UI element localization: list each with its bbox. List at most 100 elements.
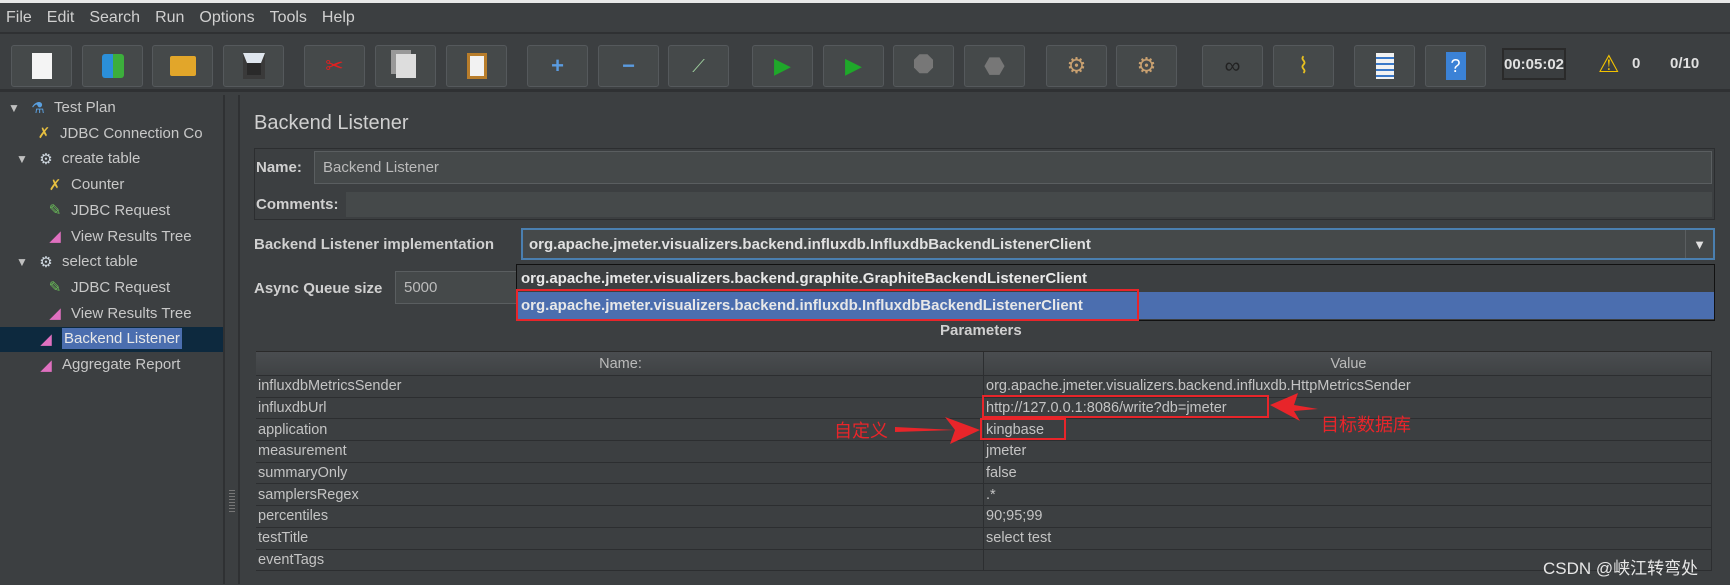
page-title: Backend Listener xyxy=(254,112,409,134)
table-row[interactable]: measurement jmeter xyxy=(256,441,1712,463)
cut-button[interactable]: ✂ xyxy=(304,45,365,87)
param-value-cell[interactable]: select test xyxy=(984,527,1712,549)
queue-label: Async Queue size xyxy=(254,280,383,297)
expand-toggle-icon[interactable]: ▼ xyxy=(16,255,28,269)
tree-node[interactable]: ◢ Backend Listener xyxy=(36,326,182,351)
start-button[interactable]: ▶ xyxy=(752,45,813,87)
chevron-down-icon[interactable]: ▼ xyxy=(1685,230,1713,258)
paste-button[interactable] xyxy=(446,45,507,87)
search-button[interactable]: ∞ xyxy=(1202,45,1263,87)
start-icon: ▶ xyxy=(774,53,791,78)
header-name[interactable]: Name: xyxy=(256,352,984,375)
save-button[interactable] xyxy=(223,45,284,87)
arrow-right-icon xyxy=(895,417,980,444)
listener-chart-icon: ◢ xyxy=(49,228,61,245)
expand-all-button[interactable]: + xyxy=(527,45,588,87)
param-name-cell[interactable]: eventTags xyxy=(256,549,984,571)
param-value-cell[interactable]: jmeter xyxy=(984,441,1712,462)
param-name-cell[interactable]: percentiles xyxy=(256,506,984,527)
menu-help[interactable]: Help xyxy=(322,9,355,27)
tree-node[interactable]: ◢ View Results Tree xyxy=(45,301,191,326)
tree-node-label: JDBC Request xyxy=(71,201,171,219)
param-name-cell[interactable]: influxdbUrl xyxy=(256,397,984,419)
parameters-label: Parameters xyxy=(940,322,1022,339)
table-row[interactable]: testTitle select test xyxy=(256,527,1712,550)
menu-edit[interactable]: Edit xyxy=(47,9,75,27)
expand-toggle-icon[interactable]: ▼ xyxy=(16,152,28,166)
reset-search-button[interactable]: ⌇ xyxy=(1273,45,1334,87)
stop-button[interactable]: ⯃ xyxy=(893,45,954,87)
impl-selected-value: org.apache.jmeter.visualizers.backend.in… xyxy=(529,235,1091,253)
param-name-cell[interactable]: testTitle xyxy=(256,527,984,549)
new-button[interactable] xyxy=(11,45,72,87)
clear-button[interactable]: ⚙ xyxy=(1046,45,1107,87)
copy-button[interactable] xyxy=(375,45,436,87)
toggle-button[interactable]: ⟋ xyxy=(668,45,729,87)
tree-node[interactable]: ✗ Counter xyxy=(45,172,125,197)
tree-node-label: JDBC Request xyxy=(71,278,171,296)
tree-node[interactable]: ⚙ create table xyxy=(36,146,140,171)
clear-all-button[interactable]: ⚙ xyxy=(1116,45,1177,87)
warning-count: 0 xyxy=(1632,55,1641,72)
param-name-cell[interactable]: summaryOnly xyxy=(256,462,984,484)
menu-file[interactable]: File xyxy=(6,9,32,27)
parameters-table: Name: Value influxdbMetricsSender org.apa… xyxy=(256,351,1712,585)
tree-node[interactable]: ⚗ Test Plan xyxy=(28,95,116,120)
function-helper-button[interactable] xyxy=(1354,45,1415,87)
param-name-cell[interactable]: measurement xyxy=(256,441,984,462)
impl-combobox[interactable]: org.apache.jmeter.visualizers.backend.in… xyxy=(521,228,1715,260)
shutdown-icon: ⬣ xyxy=(984,52,1005,80)
tree-node[interactable]: ⚙ select table xyxy=(36,249,138,274)
help-button[interactable]: ? xyxy=(1425,45,1486,87)
param-name-cell[interactable]: influxdbMetricsSender xyxy=(256,376,984,397)
menu-run[interactable]: Run xyxy=(155,9,184,27)
splitter-grip[interactable] xyxy=(229,490,235,514)
tree-node[interactable]: ✎ JDBC Request xyxy=(45,275,171,300)
header-value[interactable]: Value xyxy=(984,352,1712,375)
table-header: Name: Value xyxy=(256,352,1712,376)
highlight-box-url xyxy=(982,395,1269,418)
start-no-pauses-button[interactable]: ▶ xyxy=(823,45,884,87)
warning-icon[interactable]: ⚠ xyxy=(1598,50,1620,79)
table-row[interactable]: summaryOnly false xyxy=(256,462,1712,485)
tree-node[interactable]: ✎ JDBC Request xyxy=(45,198,171,223)
menu-tools[interactable]: Tools xyxy=(270,9,307,27)
menu-search[interactable]: Search xyxy=(89,9,140,27)
shutdown-button[interactable]: ⬣ xyxy=(964,45,1025,87)
name-field[interactable]: Backend Listener xyxy=(314,151,1712,184)
param-value-cell[interactable]: 90;95;99 xyxy=(984,506,1712,527)
param-value-cell[interactable]: .* xyxy=(984,484,1712,506)
table-row[interactable]: eventTags xyxy=(256,549,1712,572)
table-empty-area xyxy=(256,571,1712,585)
menu-options[interactable]: Options xyxy=(199,9,254,27)
thread-group-gear-icon: ⚙ xyxy=(39,150,53,168)
toggle-icon: ⟋ xyxy=(692,55,705,76)
table-row[interactable]: samplersRegex .* xyxy=(256,484,1712,507)
templates-button[interactable] xyxy=(82,45,143,87)
tree-node-label: select table xyxy=(62,253,138,271)
sampler-pipette-icon: ✎ xyxy=(48,279,62,297)
table-row[interactable]: percentiles 90;95;99 xyxy=(256,506,1712,528)
menu-bar: File Edit Search Run Options Tools Help xyxy=(0,3,1730,34)
param-value-cell[interactable]: false xyxy=(984,462,1712,484)
queue-size-field[interactable]: 5000 xyxy=(395,271,520,304)
clear-all-icon: ⚙ xyxy=(1136,53,1157,78)
annotation-target-db: 目标数据库 xyxy=(1321,415,1411,435)
expand-toggle-icon[interactable]: ▼ xyxy=(8,101,20,115)
param-value-cell[interactable]: org.apache.jmeter.visualizers.backend.in… xyxy=(984,376,1712,397)
open-button[interactable] xyxy=(152,45,213,87)
option-graphite[interactable]: org.apache.jmeter.visualizers.backend.gr… xyxy=(517,265,1714,292)
listener-chart-icon: ◢ xyxy=(40,330,52,348)
collapse-all-button[interactable]: − xyxy=(598,45,659,87)
tree-node[interactable]: ◢ Aggregate Report xyxy=(36,352,180,377)
config-wrench-icon: ✗ xyxy=(37,125,51,143)
param-name-cell[interactable]: samplersRegex xyxy=(256,484,984,506)
tree-node[interactable]: ◢ View Results Tree xyxy=(45,224,191,249)
comments-field[interactable] xyxy=(346,192,1712,217)
config-wrench-icon: ✗ xyxy=(48,176,62,194)
impl-label: Backend Listener implementation xyxy=(254,236,495,253)
broom-icon: ⌇ xyxy=(1298,53,1309,78)
toolbar: ✂ + − ⟋ ▶ ▶ ⯃ ⬣ ⚙ ⚙ ∞ ⌇ ? 00:05:02 ⚠ 0 0… xyxy=(0,36,1730,92)
tree-node[interactable]: ✗ JDBC Connection Co xyxy=(34,121,203,146)
tree-node-label: Test Plan xyxy=(54,99,116,116)
